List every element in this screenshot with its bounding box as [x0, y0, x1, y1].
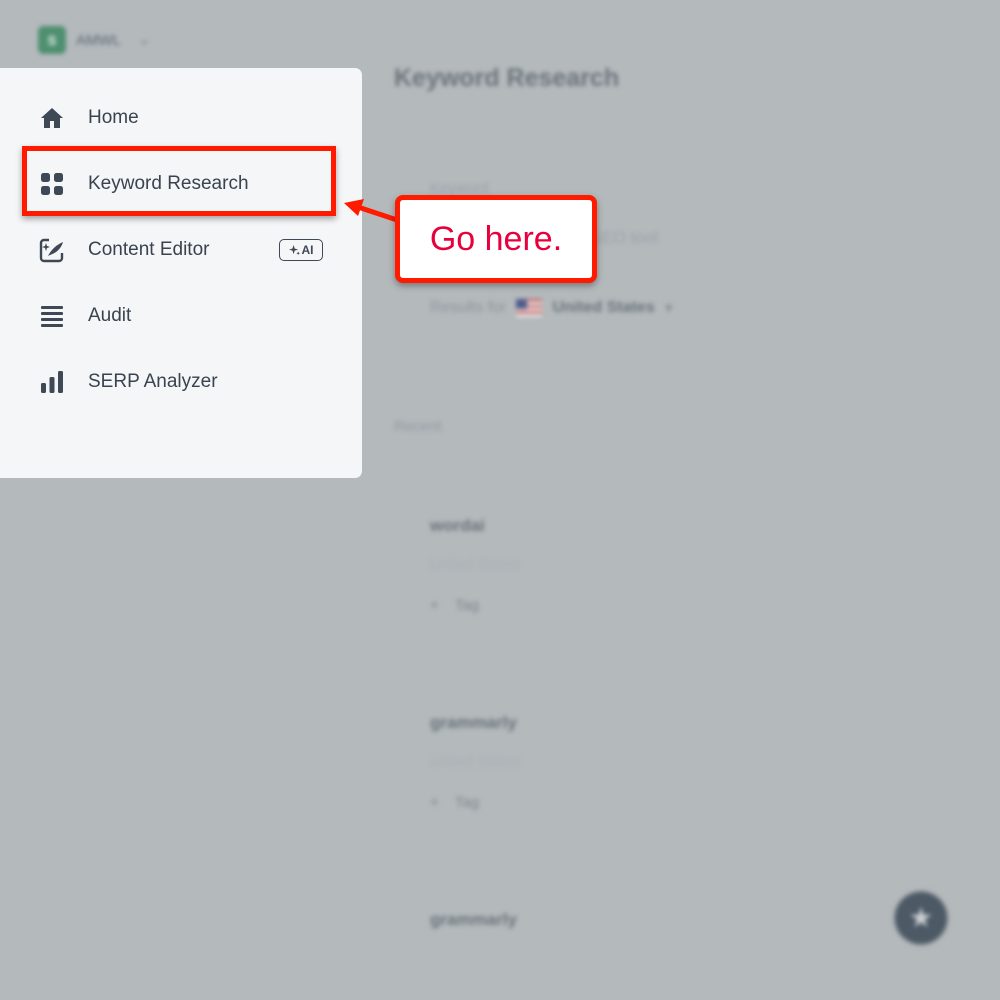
- recent-item[interactable]: grammarly United States + Tag: [430, 713, 520, 811]
- edit-sparkle-icon: [38, 236, 66, 264]
- add-tag-label: Tag: [454, 794, 479, 811]
- workspace-avatar: S: [38, 26, 66, 54]
- home-icon: [38, 104, 66, 132]
- recent-term: grammarly: [430, 713, 517, 732]
- workspace-name: AMWL: [76, 31, 121, 49]
- menu-item-audit[interactable]: Audit: [0, 288, 362, 344]
- callout-arrow: [344, 199, 403, 224]
- menu-item-content-editor[interactable]: Content Editor AI: [0, 222, 362, 278]
- recent-country: United States: [430, 556, 521, 573]
- page-title: Keyword Research: [394, 64, 620, 92]
- menu-item-label: Home: [88, 107, 139, 128]
- recent-item[interactable]: wordai United States + Tag: [430, 516, 520, 614]
- recent-heading: Recent: [394, 418, 442, 435]
- navigation-menu: Home Keyword Research Content Editor AI: [0, 68, 362, 478]
- callout-text: Go here.: [429, 219, 563, 258]
- us-flag-icon: [516, 299, 543, 317]
- recent-term: wordai: [430, 516, 485, 535]
- list-icon: [38, 302, 66, 330]
- recent-item[interactable]: grammarly: [430, 910, 517, 930]
- plus-icon: +: [430, 597, 439, 614]
- callout-box: Go here.: [395, 195, 597, 283]
- menu-item-label: Content Editor: [88, 239, 210, 260]
- results-label: Results for: [430, 299, 507, 316]
- country-name: United States: [552, 299, 655, 316]
- highlight-box: [22, 146, 336, 216]
- plus-icon: +: [430, 794, 439, 811]
- keyword-input-placeholder[interactable]: SEO tool: [590, 228, 658, 248]
- menu-item-serp-analyzer[interactable]: SERP Analyzer: [0, 354, 362, 410]
- add-tag-label: Tag: [454, 597, 479, 614]
- ai-badge: AI: [279, 239, 323, 261]
- results-country-selector[interactable]: Results for United States ▾: [430, 298, 673, 318]
- ai-badge-label: AI: [301, 243, 314, 257]
- menu-item-label: Audit: [88, 305, 132, 326]
- menu-item-home[interactable]: Home: [0, 90, 362, 146]
- recent-term: grammarly: [430, 910, 517, 929]
- help-button[interactable]: [895, 892, 947, 944]
- star-icon: [910, 907, 932, 928]
- menu-item-label: SERP Analyzer: [88, 371, 218, 392]
- chevron-down-icon: ⌄: [139, 32, 150, 47]
- chevron-down-icon: ▾: [664, 300, 673, 317]
- workspace-switcher[interactable]: S AMWL ⌄: [38, 26, 150, 54]
- add-tag-button[interactable]: + Tag: [430, 794, 520, 811]
- recent-country: United States: [430, 753, 521, 770]
- add-tag-button[interactable]: + Tag: [430, 597, 520, 614]
- bar-chart-icon: [38, 368, 66, 396]
